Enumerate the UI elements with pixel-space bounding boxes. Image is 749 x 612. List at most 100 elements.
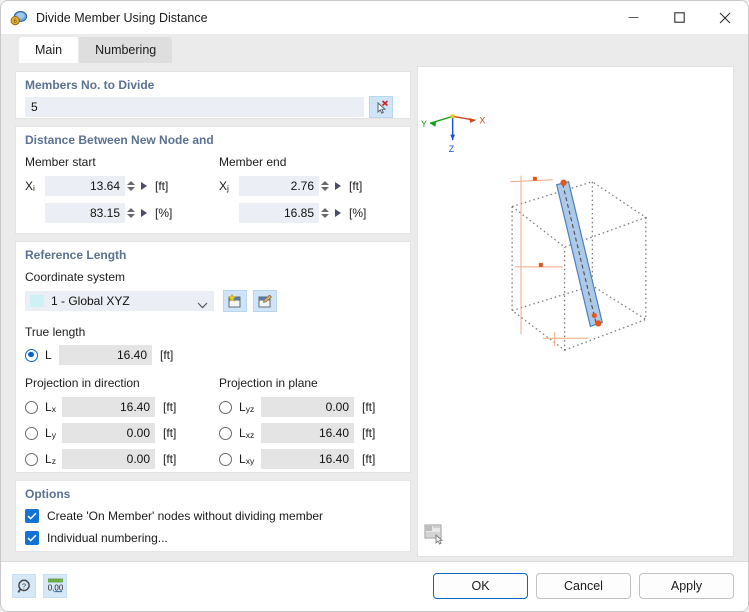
highlighted-member bbox=[557, 182, 603, 327]
units-settings-button[interactable]: 0,00 bbox=[43, 574, 67, 598]
svg-text:X: X bbox=[479, 115, 485, 125]
option-label-create-on-member-nodes: Create 'On Member' nodes without dividin… bbox=[47, 509, 323, 523]
projection-lxz-unit: [ft] bbox=[362, 426, 375, 440]
settings-column: Members No. to Divide 5 D bbox=[15, 66, 411, 557]
tab-main[interactable]: Main bbox=[19, 37, 78, 63]
title-bar: 6 Divide Member Using Distance bbox=[1, 1, 748, 34]
reference-length-panel: Reference Length Coordinate system 1 - G… bbox=[15, 241, 411, 473]
start-length-input[interactable]: 13.64 bbox=[45, 176, 125, 196]
projection-lyz-value: 0.00 bbox=[326, 400, 349, 414]
edit-coordinate-system-button[interactable] bbox=[253, 290, 277, 312]
divide-member-icon: 6 bbox=[10, 9, 28, 27]
options-panel: Options Create 'On Member' nodes without… bbox=[15, 480, 411, 552]
projection-lz-symbol: Lz bbox=[45, 452, 62, 466]
chevron-down-icon[interactable] bbox=[197, 296, 208, 316]
projection-lx-value: 16.40 bbox=[120, 400, 150, 414]
projection-lyz-field: 0.00 bbox=[261, 397, 354, 417]
projection-lxy-field: 16.40 bbox=[261, 449, 354, 469]
new-coordinate-system-button[interactable] bbox=[223, 290, 247, 312]
projection-lxy-symbol: Lxy bbox=[239, 452, 261, 466]
end-length-spinner[interactable] bbox=[321, 176, 330, 196]
members-section-title: Members No. to Divide bbox=[16, 72, 410, 94]
true-length-value-field: 16.40 bbox=[59, 345, 152, 365]
end-percent-value: 16.85 bbox=[284, 206, 314, 220]
start-percent-expand-icon[interactable] bbox=[141, 209, 147, 217]
svg-text:Y: Y bbox=[421, 119, 427, 129]
tab-numbering[interactable]: Numbering bbox=[79, 37, 172, 63]
true-length-value: 16.40 bbox=[117, 348, 147, 362]
end-length-expand-icon[interactable] bbox=[335, 182, 341, 190]
render-view-button[interactable] bbox=[424, 523, 446, 548]
select-member-button[interactable] bbox=[369, 96, 393, 118]
start-length-spinner[interactable] bbox=[127, 176, 136, 196]
minimize-button[interactable] bbox=[610, 1, 656, 34]
true-length-symbol: L bbox=[45, 348, 59, 362]
projection-lxy-unit: [ft] bbox=[362, 452, 375, 466]
coordinate-system-select[interactable]: 1 - Global XYZ bbox=[25, 291, 214, 311]
end-percent-expand-icon[interactable] bbox=[335, 209, 341, 217]
window-title: Divide Member Using Distance bbox=[36, 11, 208, 25]
member-start-label: Member start bbox=[25, 155, 96, 169]
checkbox-create-on-member-nodes[interactable] bbox=[25, 509, 39, 523]
projection-lxz-value: 16.40 bbox=[319, 426, 349, 440]
members-panel: Members No. to Divide 5 bbox=[15, 71, 411, 119]
cancel-button[interactable]: Cancel bbox=[536, 573, 631, 599]
projection-lz-field: 0.00 bbox=[62, 449, 155, 469]
end-length-unit: [ft] bbox=[349, 179, 362, 193]
svg-text:Z: Z bbox=[449, 144, 455, 154]
radio-projection-lxy[interactable] bbox=[219, 453, 232, 466]
dialog-content: Members No. to Divide 5 D bbox=[1, 63, 748, 561]
radio-true-length[interactable] bbox=[25, 349, 38, 362]
start-percent-unit: [%] bbox=[155, 206, 172, 220]
true-length-unit: [ft] bbox=[160, 348, 173, 362]
projection-lxy-value: 16.40 bbox=[319, 452, 349, 466]
projection-lxz-symbol: Lxz bbox=[239, 426, 261, 440]
projection-direction-label: Projection in direction bbox=[25, 376, 140, 390]
start-length-value: 13.64 bbox=[90, 179, 120, 193]
projection-lz-unit: [ft] bbox=[163, 452, 176, 466]
radio-projection-lxz[interactable] bbox=[219, 427, 232, 440]
window-controls bbox=[610, 1, 748, 34]
coordinate-system-value: 1 - Global XYZ bbox=[51, 291, 130, 311]
projection-lyz-symbol: Lyz bbox=[239, 400, 261, 414]
checkbox-individual-numbering[interactable] bbox=[25, 531, 39, 545]
members-input[interactable]: 5 bbox=[25, 97, 364, 117]
start-length-expand-icon[interactable] bbox=[141, 182, 147, 190]
tab-strip: Main Numbering bbox=[1, 34, 748, 63]
true-length-label: True length bbox=[25, 325, 85, 339]
members-input-value: 5 bbox=[31, 100, 38, 114]
distance-section-title: Distance Between New Node and bbox=[16, 127, 410, 149]
units-label: 0,00 bbox=[47, 583, 63, 592]
projection-lyz-unit: [ft] bbox=[362, 400, 375, 414]
apply-button[interactable]: Apply bbox=[639, 573, 734, 599]
start-percent-spinner[interactable] bbox=[127, 203, 136, 223]
end-percent-unit: [%] bbox=[349, 206, 366, 220]
axis-triad-icon: X Y Z bbox=[421, 114, 485, 154]
projection-lz-value: 0.00 bbox=[127, 452, 150, 466]
end-length-value: 2.76 bbox=[291, 179, 314, 193]
model-viewport[interactable]: X Y Z bbox=[417, 66, 734, 557]
start-length-symbol: Xi bbox=[25, 179, 45, 193]
radio-projection-lyz[interactable] bbox=[219, 401, 232, 414]
svg-text:?: ? bbox=[21, 581, 25, 590]
start-percent-input[interactable]: 83.15 bbox=[45, 203, 125, 223]
maximize-button[interactable] bbox=[656, 1, 702, 34]
coordinate-system-swatch bbox=[30, 295, 44, 307]
projection-lx-unit: [ft] bbox=[163, 400, 176, 414]
help-button[interactable]: ? bbox=[12, 574, 36, 598]
dialog-footer: ? 0,00 OK Cancel Apply bbox=[1, 561, 748, 611]
end-length-input[interactable]: 2.76 bbox=[239, 176, 319, 196]
projection-ly-field: 0.00 bbox=[62, 423, 155, 443]
end-percent-spinner[interactable] bbox=[321, 203, 330, 223]
projection-ly-symbol: Ly bbox=[45, 426, 62, 440]
close-button[interactable] bbox=[702, 1, 748, 34]
end-percent-input[interactable]: 16.85 bbox=[239, 203, 319, 223]
projection-lx-field: 16.40 bbox=[62, 397, 155, 417]
radio-projection-lz[interactable] bbox=[25, 453, 38, 466]
model-viewport-canvas[interactable]: X Y Z bbox=[418, 67, 733, 556]
radio-projection-lx[interactable] bbox=[25, 401, 38, 414]
member-end-label: Member end bbox=[219, 155, 286, 169]
dialog-window: 6 Divide Member Using Distance Main Numb… bbox=[0, 0, 749, 612]
radio-projection-ly[interactable] bbox=[25, 427, 38, 440]
ok-button[interactable]: OK bbox=[433, 573, 528, 599]
